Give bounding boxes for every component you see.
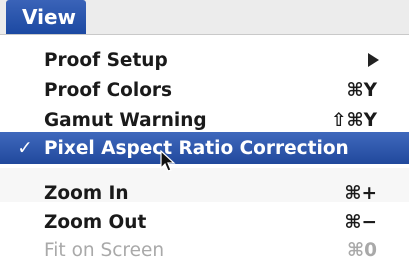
menu-item-shortcut: ⌘+ (344, 182, 377, 204)
menu-item-label: Fit on Screen (44, 239, 165, 260)
menu-item-shortcut: ⇧⌘Y (330, 109, 377, 131)
mouse-pointer-icon (160, 150, 176, 172)
menu-item-fit-on-screen: Fit on Screen ⌘0 (0, 235, 409, 260)
view-menu-screenshot: View Proof Setup Proof Colors ⌘Y Gamut W… (0, 0, 409, 260)
menu-item-shortcut: ⌘0 (346, 239, 377, 260)
menu-item-label: Zoom Out (44, 211, 147, 233)
menu-item-pixel-aspect-ratio-correction[interactable]: ✓ Pixel Aspect Ratio Correction (0, 132, 409, 164)
view-dropdown-menu: Proof Setup Proof Colors ⌘Y Gamut Warnin… (0, 34, 409, 260)
menu-item-shortcut: ⌘− (344, 211, 377, 233)
menu-item-proof-setup[interactable]: Proof Setup (0, 45, 409, 75)
menu-item-proof-colors[interactable]: Proof Colors ⌘Y (0, 75, 409, 105)
menu-item-shortcut: ⌘Y (346, 79, 377, 101)
view-menu-title[interactable]: View (6, 0, 86, 34)
menu-item-gamut-warning[interactable]: Gamut Warning ⇧⌘Y (0, 105, 409, 135)
submenu-arrow-icon (368, 53, 379, 67)
menu-item-label: Gamut Warning (44, 109, 207, 131)
menu-item-label: Pixel Aspect Ratio Correction (44, 137, 349, 159)
checkmark-icon: ✓ (17, 137, 33, 159)
view-menu-title-label: View (22, 5, 77, 29)
menu-item-label: Proof Setup (44, 49, 168, 71)
menu-item-zoom-in[interactable]: Zoom In ⌘+ (0, 178, 409, 208)
menu-item-zoom-out[interactable]: Zoom Out ⌘− (0, 207, 409, 237)
menu-item-label: Zoom In (44, 182, 129, 204)
menu-item-label: Proof Colors (44, 79, 173, 101)
